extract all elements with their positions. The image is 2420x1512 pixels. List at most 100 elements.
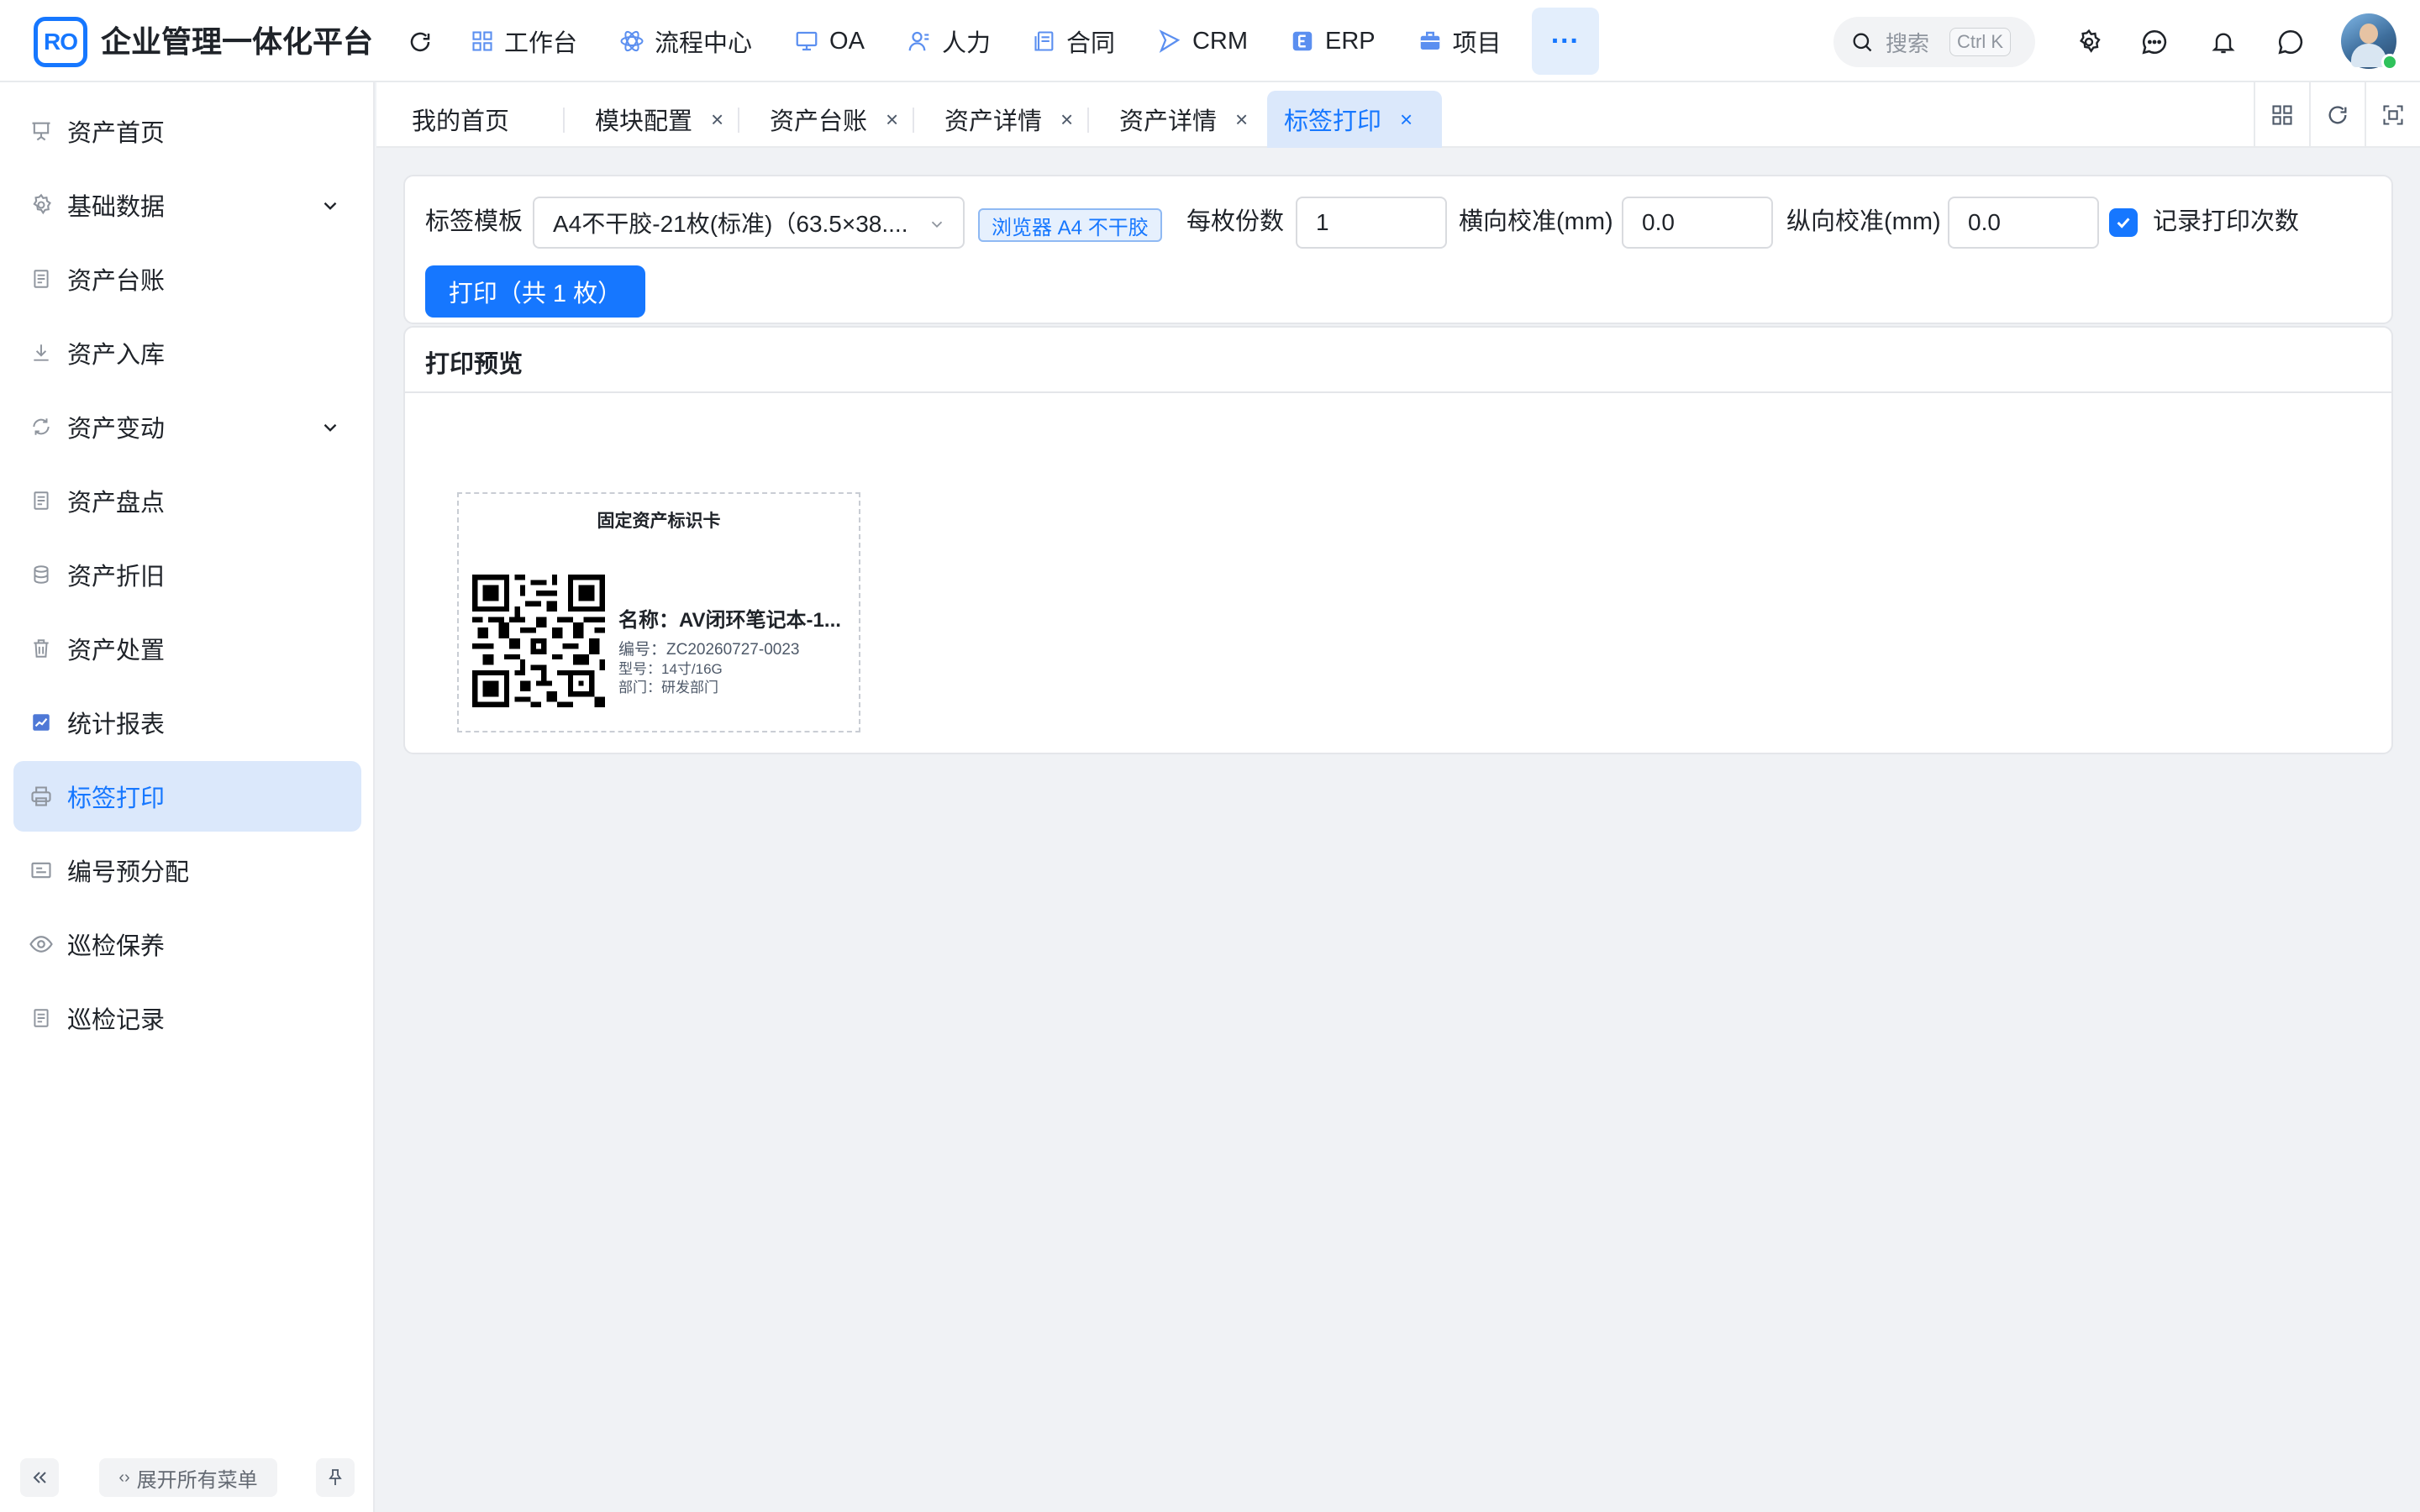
tab-asset-detail[interactable]: 资产详情 ×	[928, 91, 1090, 148]
label-asset-name: 名称：AV闭环笔记本-1...	[618, 609, 841, 632]
sidebar-item-label: 资产变动	[67, 416, 166, 443]
nav-item-workflow[interactable]: 流程中心	[602, 8, 769, 75]
close-icon[interactable]: ×	[1060, 107, 1073, 133]
print-button[interactable]: 打印（共 1 枚）	[425, 265, 645, 318]
refresh-icon[interactable]	[402, 24, 439, 60]
grid-icon	[472, 31, 492, 51]
tab-module-config[interactable]: 模块配置 ×	[578, 91, 740, 148]
horizontal-calibration-input[interactable]: 0.0	[1622, 197, 1773, 249]
search-icon	[1853, 33, 1872, 52]
sidebar-item-asset-depreciation[interactable]: 资产折旧	[13, 539, 361, 610]
sidebar-item-number-preallocation[interactable]: 编号预分配	[13, 835, 361, 906]
nav-label: ERP	[1325, 27, 1376, 55]
nav-item-contract[interactable]: 合同	[1016, 8, 1132, 75]
sidebar-item-label-print[interactable]: 标签打印	[13, 761, 361, 832]
nav-label: 合同	[1065, 30, 1115, 57]
workflow-icon	[620, 30, 644, 52]
template-label: 标签模板	[425, 208, 523, 235]
sidebar-item-asset-disposal[interactable]: 资产处置	[13, 613, 361, 684]
print-settings-panel: 标签模板 A4不干胶-21枚(标准)（63.5×38.... 浏览器 A4 不干…	[403, 175, 2393, 324]
app-logo[interactable]: RO	[34, 17, 87, 67]
eye-icon	[29, 932, 54, 957]
copies-input[interactable]: 1	[1296, 197, 1447, 249]
chevron-down-icon	[324, 202, 337, 210]
nav-label: OA	[829, 27, 865, 55]
sidebar-item-basic-data[interactable]: 基础数据	[13, 170, 361, 240]
sidebar-item-asset-ledger[interactable]: 资产台账	[13, 244, 361, 314]
document-icon	[29, 1005, 54, 1031]
nav-label: 工作台	[504, 30, 578, 57]
tab-my-home[interactable]: 我的首页	[395, 91, 526, 148]
top-nav: 工作台 流程中心 OA 人力 合同 CRM ERP 项目 ···	[454, 0, 1607, 82]
nav-item-erp[interactable]: ERP	[1273, 8, 1392, 75]
close-icon[interactable]: ×	[711, 107, 723, 133]
search-placeholder: 搜索	[1886, 30, 1930, 56]
nav-item-oa[interactable]: OA	[777, 8, 881, 75]
close-icon[interactable]: ×	[886, 107, 898, 133]
user-avatar[interactable]	[2341, 13, 2398, 71]
sidebar-item-inspection-maintenance[interactable]: 巡检保养	[13, 909, 361, 979]
copies-value: 1	[1316, 209, 1329, 235]
asset-label-card: 固定资产标识卡 名称：AV闭环笔记本-1... 编号：ZC20260727-00…	[457, 492, 860, 732]
sidebar-item-asset-home[interactable]: 资产首页	[13, 96, 361, 166]
gear-icon[interactable]	[2070, 24, 2107, 60]
close-icon[interactable]: ×	[1235, 107, 1248, 133]
nav-label: CRM	[1192, 27, 1249, 55]
pin-icon[interactable]	[316, 1458, 355, 1497]
nav-item-project[interactable]: 项目	[1401, 8, 1518, 75]
collapse-sidebar-button[interactable]	[20, 1458, 59, 1497]
horizontal-calibration-value: 0.0	[1642, 209, 1675, 235]
vertical-calibration-input[interactable]: 0.0	[1948, 197, 2099, 249]
tab-asset-detail-2[interactable]: 资产详情 ×	[1102, 91, 1265, 148]
more-nav-button[interactable]: ···	[1531, 8, 1599, 75]
preview-title: 打印预览	[425, 351, 523, 378]
sidebar-item-stats-report[interactable]: 统计报表	[13, 687, 361, 758]
gear-icon	[29, 192, 54, 218]
user-icon	[908, 31, 929, 51]
sidebar-item-label: 巡检保养	[67, 933, 166, 960]
tab-label: 资产详情	[944, 108, 1043, 135]
database-icon	[29, 562, 54, 587]
sidebar-item-asset-inbound[interactable]: 资产入库	[13, 318, 361, 388]
record-print-count-label[interactable]: 记录打印次数	[2153, 207, 2299, 237]
monitor-icon	[796, 31, 818, 51]
search-input[interactable]: 搜索 Ctrl K	[1833, 17, 2035, 67]
tab-asset-ledger[interactable]: 资产台账 ×	[753, 91, 915, 148]
template-select[interactable]: A4不干胶-21枚(标准)（63.5×38....	[533, 197, 965, 249]
label-title: 固定资产标识卡	[597, 512, 721, 531]
print-preview-panel: 打印预览 固定资产标识卡 名称：AV闭环笔记本-1... 编号：ZC202607…	[403, 326, 2393, 754]
label-asset-code: 编号：ZC20260727-0023	[618, 641, 800, 659]
crm-icon	[1159, 29, 1181, 54]
expand-all-label: 展开所有菜单	[136, 1468, 258, 1492]
tab-label: 模块配置	[595, 108, 693, 135]
bell-icon[interactable]	[2205, 24, 2242, 60]
document-icon	[29, 488, 54, 513]
nav-item-hr[interactable]: 人力	[890, 8, 1007, 75]
chevron-down-icon	[931, 221, 943, 228]
contract-icon	[1034, 31, 1054, 51]
nav-item-workbench[interactable]: 工作台	[454, 8, 594, 75]
template-select-value: A4不干胶-21枚(标准)（63.5×38....	[553, 211, 908, 237]
sidebar: 资产首页 基础数据 资产台账 资产入库 资产变动 资产盘点 资产折旧 资产处置 …	[0, 82, 375, 1512]
sidebar-item-label: 编号预分配	[67, 859, 190, 886]
sync-icon	[29, 414, 54, 439]
nav-item-crm[interactable]: CRM	[1140, 8, 1265, 75]
top-bar: RO 企业管理一体化平台 工作台 流程中心 OA 人力 合同 CRM ERP 项…	[0, 0, 2420, 82]
grid-view-icon[interactable]	[2254, 82, 2309, 148]
expand-all-menus-button[interactable]: ‹› 展开所有菜单	[99, 1458, 277, 1497]
tab-label: 资产详情	[1119, 108, 1218, 135]
fullscreen-icon[interactable]	[2365, 82, 2420, 148]
message-icon[interactable]	[2272, 24, 2309, 60]
app-title: 企业管理一体化平台	[101, 24, 374, 59]
sidebar-item-label: 资产入库	[67, 342, 166, 369]
online-status-dot	[2381, 54, 2398, 71]
chat-icon[interactable]	[2136, 24, 2173, 60]
sidebar-item-asset-change[interactable]: 资产变动	[13, 391, 361, 462]
sidebar-item-inspection-records[interactable]: 巡检记录	[13, 983, 361, 1053]
tab-label-print[interactable]: 标签打印 ×	[1267, 91, 1442, 148]
id-card-icon	[29, 858, 54, 883]
sidebar-item-asset-inventory[interactable]: 资产盘点	[13, 465, 361, 536]
record-print-count-checkbox[interactable]	[2109, 208, 2138, 237]
close-icon[interactable]: ×	[1400, 107, 1413, 133]
reload-tab-icon[interactable]	[2309, 82, 2365, 148]
